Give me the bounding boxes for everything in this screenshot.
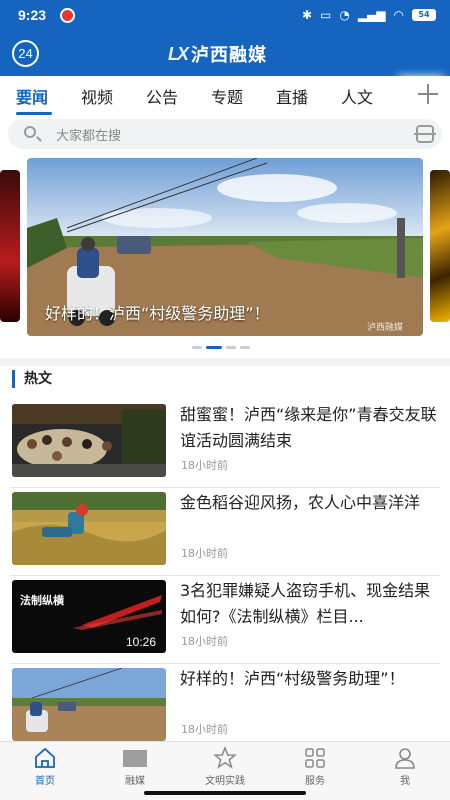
nav-home[interactable]: 首页 (10, 746, 80, 787)
carousel-dot (226, 346, 236, 349)
hot-section-heading: 热文 (12, 370, 52, 388)
header: 24 LX 泸西融媒 (0, 32, 450, 76)
divider (10, 663, 440, 664)
nav-services[interactable]: 服务 (280, 746, 350, 787)
article-title: 甜蜜蜜！泸西“缘来是你”青春交友联谊活动圆满结束 (180, 405, 437, 450)
plus-icon (418, 84, 438, 104)
article-title: 金色稻谷迎风扬，农人心中喜洋洋 (180, 493, 421, 512)
media-icon (123, 750, 147, 767)
article-thumbnail (12, 492, 166, 565)
list-item[interactable]: 法制纵横 10:26 3名犯罪嫌疑人盗窃手机、现金结果如何?《法制纵横》栏目..… (0, 580, 450, 666)
article-thumbnail: 法制纵横 10:26 (12, 580, 166, 653)
vibrate-icon: ▭ (320, 8, 332, 22)
add-channel-button[interactable] (404, 76, 450, 116)
person-icon (395, 748, 415, 769)
search-placeholder: 大家都在搜 (56, 129, 122, 144)
signal-icon: ▂▄▆ (357, 8, 386, 22)
list-item[interactable]: 甜蜜蜜！泸西“缘来是你”青春交友联谊活动圆满结束 18小时前 (0, 404, 450, 490)
nav-me-label: 我 (400, 776, 410, 787)
active-tab-indicator (16, 112, 52, 115)
next-slide-preview[interactable] (430, 170, 450, 322)
section-divider (0, 358, 450, 366)
banner-slide[interactable]: 泸西融媒 好样的！泸西“村级警务助理”！ (27, 158, 423, 336)
article-thumbnail (12, 668, 166, 741)
search-bar[interactable]: 大家都在搜 (8, 119, 442, 149)
article-title: 3名犯罪嫌疑人盗窃手机、现金结果如何?《法制纵横》栏目... (180, 581, 431, 626)
divider (10, 487, 440, 488)
carousel-dot (192, 346, 202, 349)
article-time: 18小时前 (181, 547, 228, 560)
thumb-title-text: 法制纵横 (20, 593, 65, 607)
video-duration: 10:26 (125, 635, 156, 649)
banner-watermark: 泸西融媒 (367, 322, 403, 333)
tab-news[interactable]: 要闻 (16, 84, 48, 108)
article-time: 18小时前 (181, 459, 228, 472)
list-item[interactable]: 金色稻谷迎风扬，农人心中喜洋洋 18小时前 (0, 492, 450, 578)
nav-me[interactable]: 我 (370, 746, 440, 787)
weibo-notification-icon (60, 8, 75, 23)
wifi-icon: ◠ (393, 8, 404, 22)
banner-caption: 好样的！泸西“村级警务助理”！ (45, 304, 270, 323)
battery-icon: 54 (412, 9, 436, 21)
grid-icon (305, 748, 325, 768)
nav-home-label: 首页 (35, 776, 55, 787)
nav-civilization-label: 文明实践 (205, 776, 245, 787)
bluetooth-icon: ✱ (301, 8, 312, 22)
article-time: 18小时前 (181, 635, 228, 648)
carousel-dot (240, 346, 250, 349)
star-icon (213, 746, 237, 769)
home-icon (35, 747, 55, 768)
tab-culture[interactable]: 人文 (341, 84, 373, 108)
history-badge-button[interactable]: 24 (12, 40, 39, 67)
channel-tabs: 要闻 视频 公告 专题 直播 人文 (0, 76, 450, 116)
article-thumbnail (12, 404, 166, 477)
scan-icon[interactable] (414, 125, 436, 143)
article-title: 好样的！泸西“村级警务助理”！ (180, 669, 405, 688)
nav-media-label: 融媒 (125, 776, 145, 787)
status-time: 9:23 (18, 7, 47, 23)
nav-services-label: 服务 (305, 776, 325, 787)
tab-video[interactable]: 视频 (81, 84, 113, 108)
prev-slide-preview[interactable] (0, 170, 20, 322)
status-bar: 9:23 ✱ ▭ ◔ ▂▄▆ ◠ 54 (0, 0, 450, 32)
logo-mark: LX (168, 43, 189, 64)
nav-media[interactable]: 融媒 (100, 746, 170, 787)
tab-live[interactable]: 直播 (276, 84, 308, 108)
alarm-icon: ◔ (339, 8, 350, 22)
tab-topics[interactable]: 专题 (211, 84, 243, 108)
article-time: 18小时前 (181, 723, 228, 736)
tab-notice[interactable]: 公告 (146, 84, 178, 108)
app-name: 泸西融媒 (191, 45, 268, 66)
carousel-dot-active (206, 346, 222, 349)
divider (10, 575, 440, 576)
system-home-indicator[interactable] (144, 791, 306, 795)
search-icon (24, 126, 36, 138)
app-logo: LX 泸西融媒 (168, 41, 267, 67)
status-icons: ✱ ▭ ◔ ▂▄▆ ◠ 54 (302, 8, 436, 22)
nav-civilization[interactable]: 文明实践 (190, 746, 260, 787)
carousel-indicator (192, 346, 250, 349)
